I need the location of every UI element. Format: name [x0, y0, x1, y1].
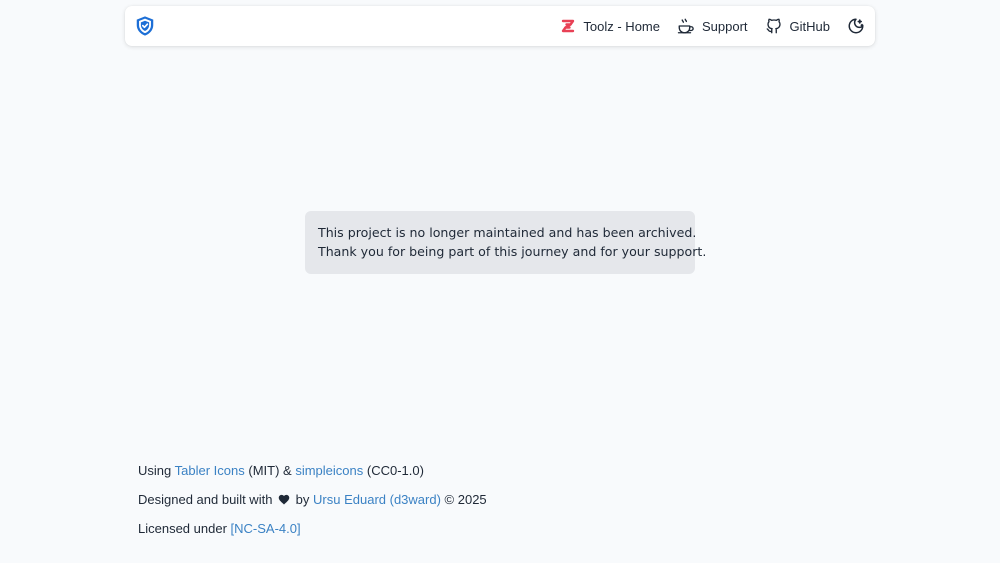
nav-link-toolz-home[interactable]: Toolz - Home	[560, 18, 660, 34]
nav-link-label: GitHub	[789, 18, 830, 34]
notice-line-2: Thank you for being part of this journey…	[318, 244, 707, 259]
shield-logo-icon[interactable]	[134, 15, 156, 37]
toolz-logo-icon	[562, 19, 575, 33]
archived-notice: This project is no longer maintained and…	[305, 211, 707, 274]
author-link[interactable]: Ursu Eduard (d3ward)	[313, 492, 441, 507]
footer-text: Using	[138, 463, 172, 478]
footer-text: (CC0-1.0)	[366, 463, 424, 478]
nav-link-label: Support	[701, 18, 748, 34]
nav-link-support[interactable]: Support	[677, 17, 748, 35]
nav-link-github[interactable]: GitHub	[765, 17, 830, 35]
footer-credits-line: Using Tabler Icons (MIT) & simpleicons (…	[138, 462, 487, 491]
tabler-icons-link[interactable]: Tabler Icons	[175, 463, 245, 478]
theme-toggle-button[interactable]	[847, 17, 865, 35]
footer: Using Tabler Icons (MIT) & simpleicons (…	[138, 462, 487, 549]
footer-text: by	[295, 492, 310, 507]
moon-icon	[848, 18, 864, 34]
footer-text: Licensed under	[138, 521, 227, 536]
notice-line-1: This project is no longer maintained and…	[318, 225, 697, 240]
footer-text: Designed and built with	[138, 492, 273, 507]
nav-link-label: Toolz - Home	[583, 18, 660, 34]
top-navbar: Toolz - Home Support GitHub	[125, 6, 875, 46]
copyright-text: © 2025	[444, 492, 487, 507]
footer-license-line: Licensed under [NC-SA-4.0]	[138, 520, 487, 549]
nav-links: Toolz - Home Support GitHub	[543, 6, 865, 46]
github-icon	[766, 18, 781, 34]
footer-author-line: Designed and built with by Ursu Eduard (…	[138, 491, 487, 520]
coffee-cup-icon	[677, 18, 694, 34]
simpleicons-link[interactable]: simpleicons	[295, 463, 363, 478]
footer-text: (MIT) &	[248, 463, 292, 478]
heart-icon	[278, 494, 290, 505]
license-link[interactable]: [NC-SA-4.0]	[231, 521, 301, 536]
